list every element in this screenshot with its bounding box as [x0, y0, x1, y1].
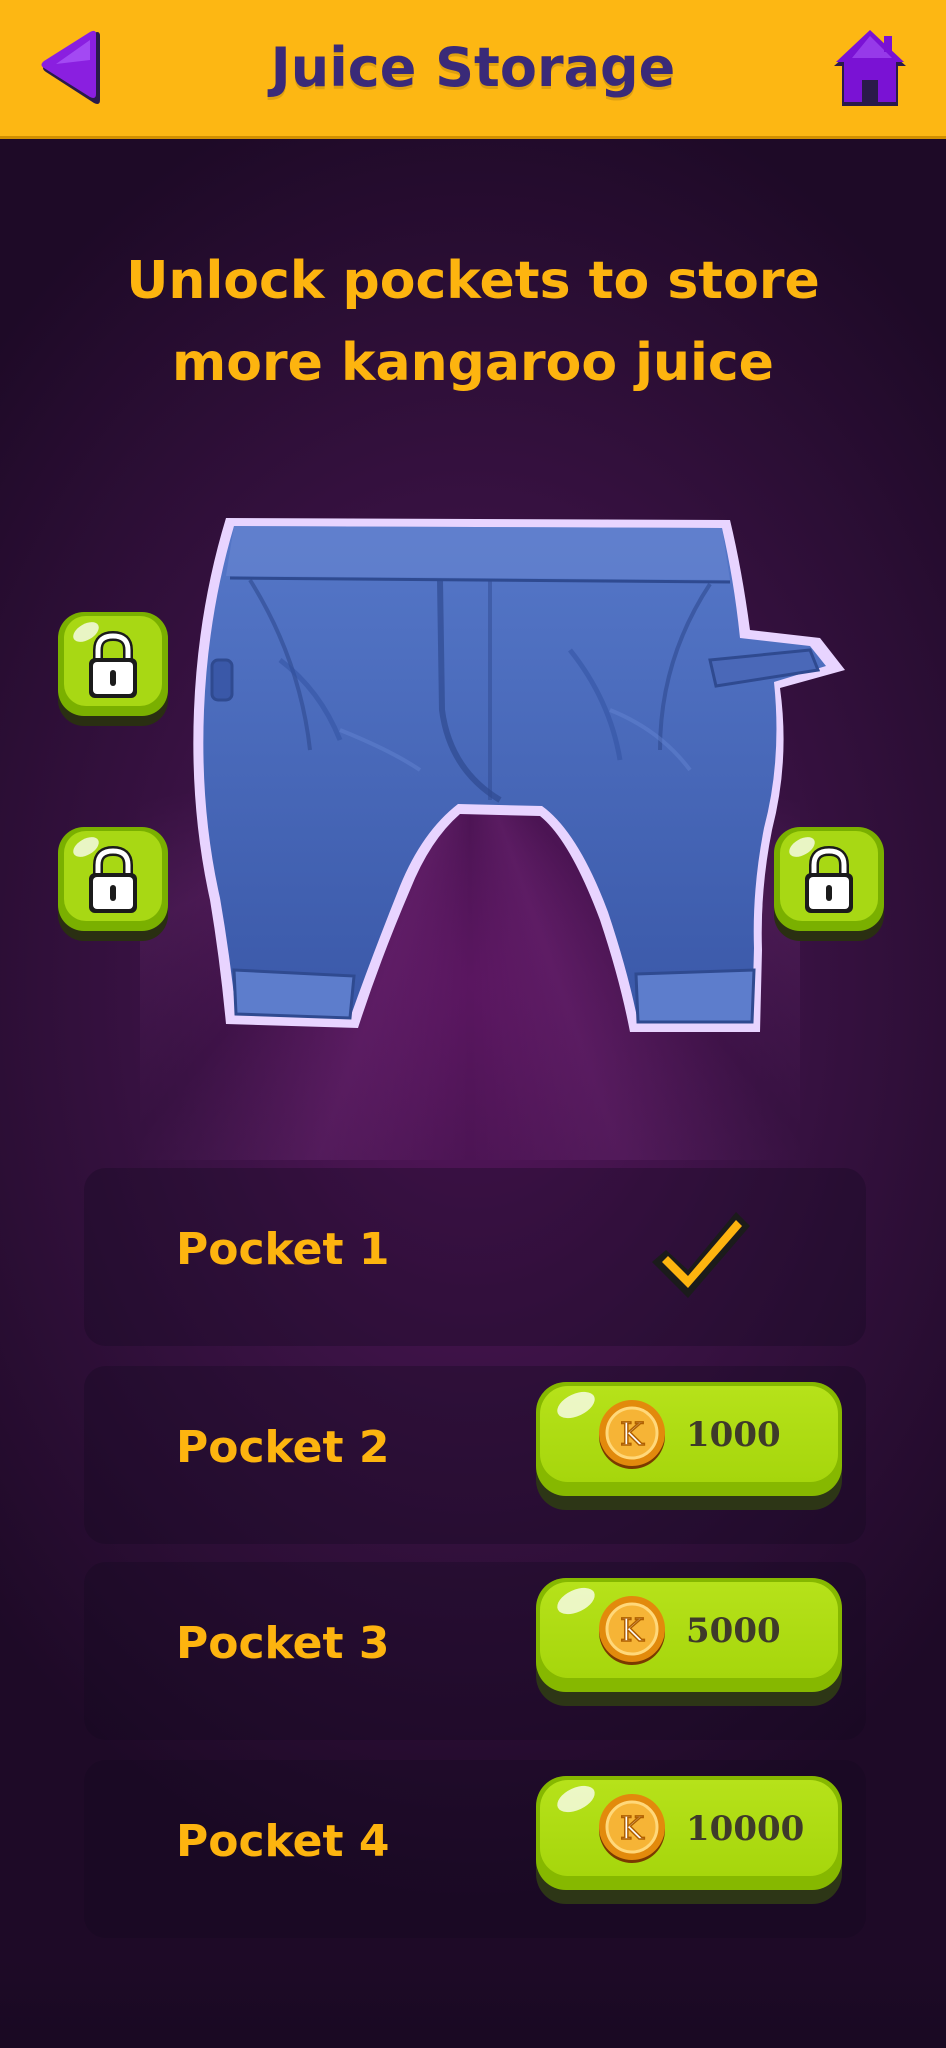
k-coin-icon: K — [599, 1794, 665, 1863]
unlock-pocket-button[interactable]: K 5000 — [536, 1578, 846, 1708]
unlock-pocket-button[interactable]: K 10000 — [536, 1776, 846, 1906]
k-coin-icon: K — [599, 1400, 665, 1469]
bottom-shade — [0, 1958, 946, 2048]
pocket-row: Pocket 1 — [84, 1168, 866, 1346]
lock-icon — [58, 612, 168, 726]
price-label: 5000 — [686, 1611, 781, 1651]
pocket-label: Pocket 2 — [176, 1422, 390, 1473]
pocket-lock-button[interactable] — [772, 825, 886, 943]
pocket-label: Pocket 3 — [176, 1618, 390, 1669]
price-label: 10000 — [686, 1809, 805, 1849]
checkmark-icon — [652, 1212, 750, 1298]
lock-icon — [774, 827, 884, 941]
pants-icon — [193, 518, 846, 1032]
price-label: 1000 — [686, 1415, 781, 1455]
pocket-row: Pocket 2 K 1000 — [84, 1366, 866, 1544]
home-icon — [834, 30, 906, 106]
header-bar: Juice Storage — [0, 0, 946, 139]
k-coin-icon: K — [599, 1596, 665, 1665]
lock-icon — [58, 827, 168, 941]
pocket-label: Pocket 1 — [176, 1224, 390, 1275]
svg-text:K: K — [620, 1415, 645, 1453]
unlock-pocket-button[interactable]: K 1000 — [536, 1382, 846, 1512]
svg-text:K: K — [620, 1611, 645, 1649]
pocket-label: Pocket 4 — [176, 1816, 390, 1867]
home-button[interactable] — [832, 30, 908, 108]
pocket-row: Pocket 4 K 10000 — [84, 1760, 866, 1938]
instruction-text: Unlock pockets to store more kangaroo ju… — [126, 251, 820, 393]
pocket-lock-button[interactable] — [56, 825, 170, 943]
pocket-row: Pocket 3 K 5000 — [84, 1562, 866, 1740]
page-title: Juice Storage — [270, 36, 676, 99]
svg-text:K: K — [620, 1809, 645, 1847]
pocket-lock-button[interactable] — [56, 610, 170, 728]
